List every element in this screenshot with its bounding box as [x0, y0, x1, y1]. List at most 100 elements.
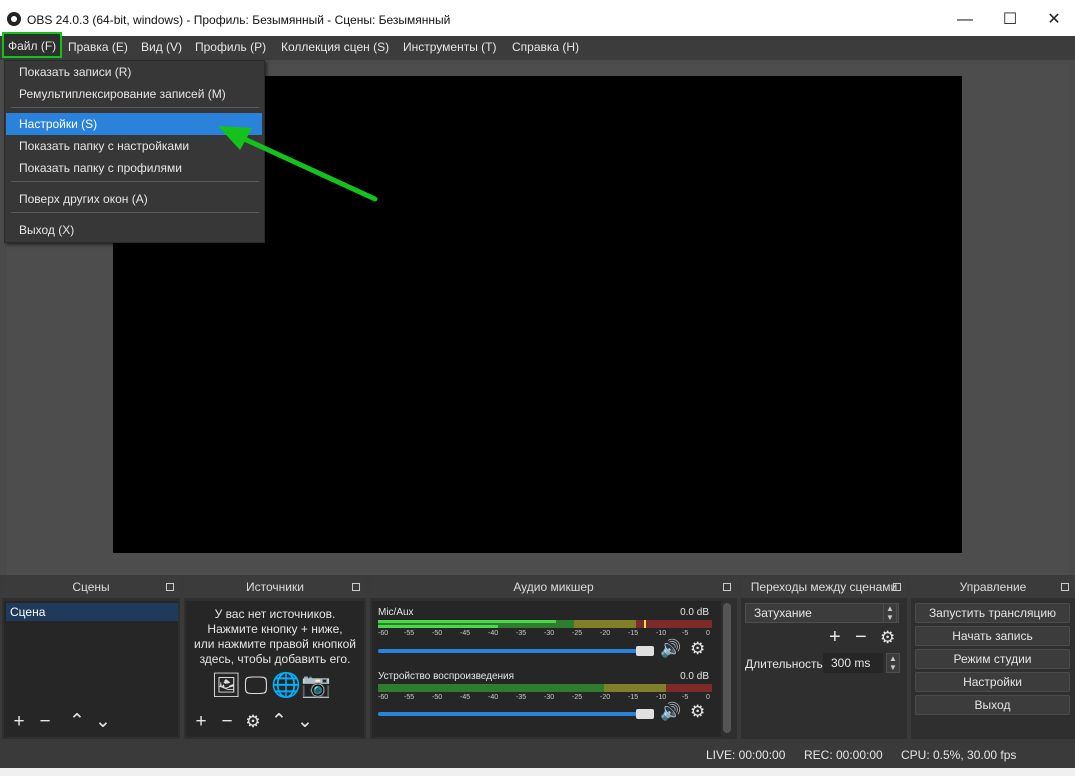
sources-dock-title: Источники	[184, 577, 366, 598]
mixer-body: Mic/Aux 0.0 dB -60 -55 -50 -45 -40 -35 -30 -25-…	[372, 601, 721, 737]
audio-mixer-dock: Аудио микшер Mic/Aux 0.0 dB -60 -55 -50 -45…	[370, 577, 737, 739]
remove-source-button[interactable]: −	[214, 710, 240, 734]
hint-line: У вас нет источников.	[214, 607, 336, 621]
studio-mode-button[interactable]: Режим студии	[915, 649, 1070, 669]
move-down-button[interactable]: ⌄	[292, 710, 318, 734]
sources-list[interactable]: У вас нет источников. Нажмите кнопку + н…	[186, 601, 364, 737]
scenes-toolbar: + − ⌃ ⌄	[6, 710, 176, 734]
level-meter	[378, 620, 712, 628]
add-scene-button[interactable]: +	[6, 710, 32, 734]
menu-show-recordings[interactable]: Показать записи (R)	[6, 61, 262, 83]
settings-button[interactable]: Настройки	[915, 672, 1070, 692]
window-title: OBS 24.0.3 (64-bit, windows) - Профиль: …	[27, 13, 451, 27]
menu-separator	[11, 107, 259, 108]
float-icon[interactable]	[1061, 583, 1069, 591]
menu-view[interactable]: Вид (V)	[137, 36, 186, 60]
mixer-scrollbar[interactable]	[723, 603, 731, 733]
float-icon[interactable]	[893, 583, 901, 591]
scenes-title: Сцены	[72, 580, 110, 594]
menu-separator	[11, 212, 259, 213]
controls-title: Управление	[959, 580, 1027, 594]
menu-separator	[11, 181, 259, 182]
exit-button[interactable]: Выход	[915, 695, 1070, 715]
start-streaming-button[interactable]: Запустить трансляцию	[915, 603, 1070, 623]
add-transition-button[interactable]: +	[829, 626, 841, 649]
window-bottom-edge	[0, 768, 1075, 776]
menu-file[interactable]: Файл (F)	[2, 32, 63, 58]
cpu-fps: CPU: 0.5%, 30.00 fps	[901, 748, 1017, 762]
scenes-dock-title: Сцены	[2, 577, 180, 598]
start-recording-button[interactable]: Начать запись	[915, 626, 1070, 646]
menu-bar: Файл (F) Правка (E) Вид (V) Профиль (P) …	[0, 32, 1075, 60]
level-meter	[378, 684, 712, 692]
gear-icon[interactable]: ⚙	[880, 628, 895, 648]
sources-empty-hint: У вас нет источников. Нажмите кнопку + н…	[186, 607, 364, 667]
hint-line: Нажмите кнопку + ниже,	[207, 622, 343, 636]
mixer-dock-title: Аудио микшер	[370, 577, 737, 598]
menu-scene-collection[interactable]: Коллекция сцен (S)	[277, 36, 393, 60]
close-button[interactable]: ✕	[1031, 6, 1075, 34]
gear-icon[interactable]: ⚙	[690, 639, 705, 659]
sources-toolbar: + − ⚙ ⌃ ⌄	[188, 710, 362, 734]
scenes-dock: Сцены Сцена + − ⌃ ⌄	[2, 577, 180, 739]
menu-help[interactable]: Справка (H)	[508, 36, 583, 60]
add-source-button[interactable]: +	[188, 710, 214, 734]
globe-icon: 🌐	[271, 672, 301, 699]
transitions-dock: Переходы между сценами Затухание ▲ ▼ + − …	[741, 577, 907, 739]
menu-edit[interactable]: Правка (E)	[64, 36, 132, 60]
speaker-icon[interactable]: 🔊	[660, 639, 681, 659]
move-down-button[interactable]: ⌄	[90, 710, 116, 734]
source-type-icons: 🖼 🖵 🌐📷	[211, 671, 341, 699]
transition-select[interactable]: Затухание	[745, 603, 899, 623]
file-menu-dropdown: Показать записи (R) Ремультиплексировани…	[4, 60, 265, 243]
gear-icon[interactable]: ⚙	[240, 710, 266, 734]
title-bar: OBS 24.0.3 (64-bit, windows) - Профиль: …	[0, 0, 1075, 36]
transitions-title: Переходы между сценами	[750, 580, 898, 594]
sources-dock: Источники У вас нет источников. Нажмите …	[184, 577, 366, 739]
menu-profile[interactable]: Профиль (P)	[191, 36, 270, 60]
volume-slider-handle[interactable]	[636, 646, 654, 656]
channel-name: Mic/Aux	[378, 607, 414, 618]
hint-line: или нажмите правой кнопкой	[194, 637, 356, 651]
duration-input[interactable]: 300 ms	[823, 653, 883, 673]
float-icon[interactable]	[352, 583, 360, 591]
volume-slider[interactable]	[378, 649, 648, 653]
remove-transition-button[interactable]: −	[855, 626, 867, 649]
mixer-title: Аудио микшер	[513, 580, 594, 594]
menu-show-profile-folder[interactable]: Показать папку с профилями	[6, 157, 262, 179]
monitor-icon: 🖵	[244, 672, 268, 699]
hint-line: здесь, чтобы добавить его.	[199, 652, 351, 666]
menu-remux-recordings[interactable]: Ремультиплексирование записей (M)	[6, 83, 262, 105]
menu-settings[interactable]: Настройки (S)	[6, 113, 262, 135]
float-icon[interactable]	[166, 583, 174, 591]
menu-exit[interactable]: Выход (X)	[6, 219, 262, 241]
scene-item[interactable]: Сцена	[6, 603, 178, 621]
menu-show-settings-folder[interactable]: Показать папку с настройками	[6, 135, 262, 157]
controls-dock: Управление Запустить трансляцию Начать з…	[911, 577, 1075, 739]
controls-dock-title: Управление	[911, 577, 1075, 598]
volume-slider[interactable]	[378, 712, 648, 716]
minimize-button[interactable]: —	[942, 6, 988, 34]
remove-scene-button[interactable]: −	[32, 710, 58, 734]
sources-title: Источники	[246, 580, 304, 594]
move-up-button[interactable]: ⌃	[266, 710, 292, 734]
speaker-icon[interactable]: 🔊	[660, 702, 681, 722]
move-up-button[interactable]: ⌃	[64, 710, 90, 734]
channel-db: 0.0 dB	[680, 607, 709, 618]
duration-spinner[interactable]: ▲ ▼	[886, 653, 900, 673]
menu-always-on-top[interactable]: Поверх других окон (A)	[6, 188, 262, 210]
transitions-dock-title: Переходы между сценами	[741, 577, 907, 598]
transition-select-arrow[interactable]: ▲ ▼	[883, 603, 897, 623]
channel-db: 0.0 dB	[680, 671, 709, 682]
maximize-button[interactable]: ☐	[987, 6, 1033, 34]
camera-icon: 📷	[301, 672, 331, 699]
obs-window: OBS 24.0.3 (64-bit, windows) - Профиль: …	[0, 0, 1075, 776]
menu-tools[interactable]: Инструменты (T)	[399, 36, 500, 60]
scenes-list[interactable]: Сцена + − ⌃ ⌄	[4, 601, 178, 737]
live-time: LIVE: 00:00:00	[706, 748, 786, 762]
volume-slider-handle[interactable]	[636, 709, 654, 719]
status-bar: LIVE: 00:00:00 REC: 00:00:00 CPU: 0.5%, …	[0, 742, 1075, 768]
float-icon[interactable]	[723, 583, 731, 591]
gear-icon[interactable]: ⚙	[690, 702, 705, 722]
channel-name: Устройство воспроизведения	[378, 671, 515, 682]
